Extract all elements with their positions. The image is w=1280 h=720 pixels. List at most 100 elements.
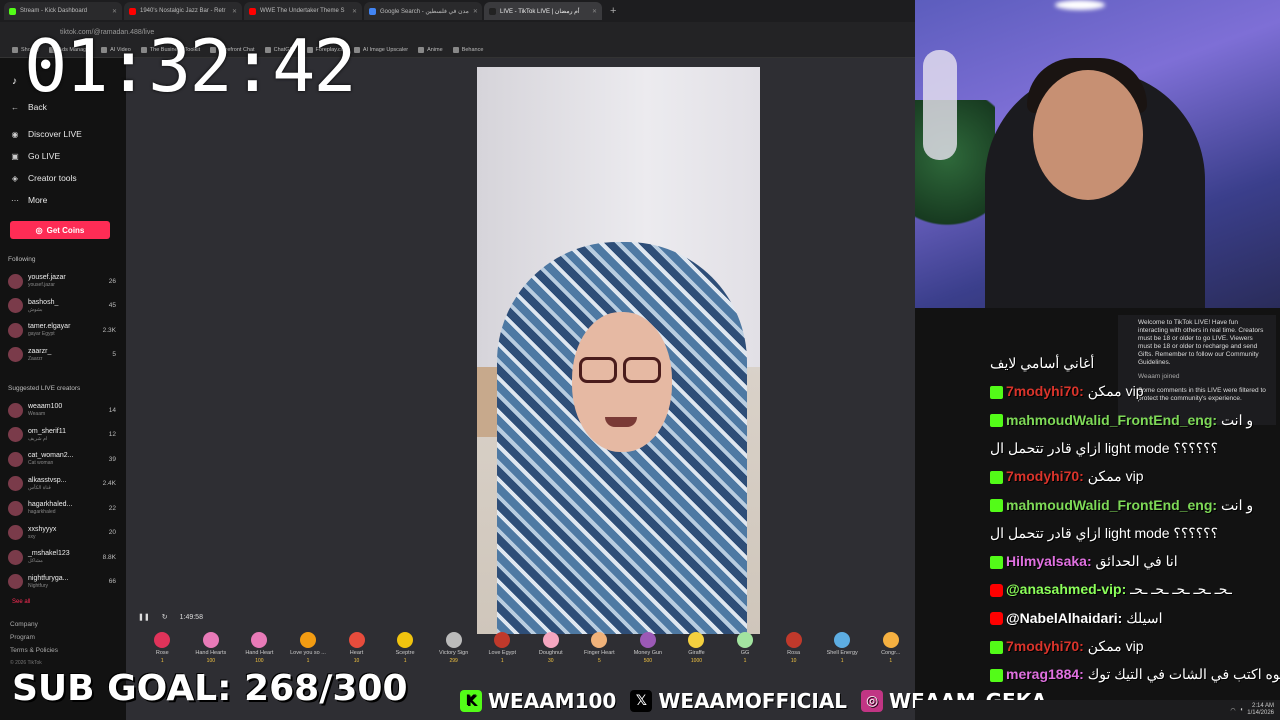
nav-go-live[interactable]: ▣ Go LIVE xyxy=(10,151,60,161)
account-item[interactable]: bashosh_ بشوش 45 xyxy=(8,295,116,317)
nav-creator-tools[interactable]: ◈ Creator tools xyxy=(10,173,77,183)
nav-discover-live[interactable]: ◉ Discover LIVE xyxy=(10,129,82,139)
gift-item[interactable]: Money Gun 500 xyxy=(624,632,673,682)
viewer-count: 45 xyxy=(108,302,116,309)
browser-tab[interactable]: LIVE - TikTok LIVE | أم رمضان ✕ xyxy=(484,2,602,20)
back-arrow-icon: ← xyxy=(11,102,19,112)
bookmark-icon xyxy=(452,46,459,53)
see-all-link[interactable]: See all xyxy=(12,599,30,605)
gift-icon xyxy=(299,632,316,648)
gift-icon xyxy=(688,632,705,648)
tab-favicon-icon xyxy=(369,7,376,15)
avatar xyxy=(8,347,23,362)
close-icon[interactable]: ✕ xyxy=(112,8,117,15)
bookmark-item[interactable]: Anime xyxy=(418,46,443,53)
viewer-count: 2.3K xyxy=(102,326,116,334)
account-item[interactable]: weaam100 Weaam 14 xyxy=(8,399,116,421)
mannequin xyxy=(923,50,957,160)
close-icon[interactable]: ✕ xyxy=(592,8,597,15)
browser-tab[interactable]: Google Search - مدن في فلسطين ✕ xyxy=(364,2,482,20)
avatar xyxy=(8,476,23,491)
gift-item[interactable]: GG 1 xyxy=(721,632,770,682)
gift-item[interactable]: Finger Heart 5 xyxy=(575,632,624,682)
bookmark-item[interactable]: AI Image Upscaler xyxy=(353,46,408,53)
gift-item[interactable]: Rosa 10 xyxy=(769,632,818,682)
chat-username[interactable]: 7modyhi70: xyxy=(1006,638,1084,654)
following-heading: Following xyxy=(8,256,36,263)
viewer-count: 5 xyxy=(112,351,116,358)
account-item[interactable]: yousef.jazar yousef.jazar 26 xyxy=(8,270,116,292)
browser-tab-bar: Stream - Kick Dashboard ✕ 1940's Nostalgic… xyxy=(0,0,915,22)
chat-username[interactable]: mahmoudWalid_FrontEnd_eng: xyxy=(1006,412,1217,428)
gift-item[interactable]: Shell Energy 1 xyxy=(818,632,867,682)
account-item[interactable]: alkasstvsp... قناة الكأس 2.4K xyxy=(8,473,116,495)
suggested-heading: Suggested LIVE creators xyxy=(8,385,81,392)
browser-tab[interactable]: WWE The Undertaker Theme S ✕ xyxy=(244,2,362,20)
tools-icon: ◈ xyxy=(11,173,19,183)
chat-username[interactable]: 7modyhi70: xyxy=(1006,383,1084,399)
account-item[interactable]: zaarzr_ Zaarzr 5 xyxy=(8,344,116,366)
avatar xyxy=(8,574,23,589)
gift-item[interactable]: Love Egypt 1 xyxy=(478,632,527,682)
gift-icon xyxy=(542,632,559,648)
kick-icon xyxy=(990,555,1003,569)
get-coins-button[interactable]: ◎ Get Coins xyxy=(10,221,110,239)
account-item[interactable]: om_sherif11 ام شريف 12 xyxy=(8,424,116,446)
browser-tab[interactable]: Stream - Kick Dashboard ✕ xyxy=(4,2,122,20)
chat-text: ممكن vip xyxy=(1087,468,1144,485)
chat-text: و انت xyxy=(1220,411,1254,428)
close-icon[interactable]: ✕ xyxy=(352,8,357,15)
wifi-icon[interactable]: ◠ xyxy=(1230,707,1235,714)
chat-overlay: أغاني أسامي لايف 7modyhi70: ممكن vip mahmo… xyxy=(990,355,1280,720)
avatar xyxy=(8,427,23,442)
chat-text: ممكن vip xyxy=(1087,638,1144,654)
volume-icon[interactable]: ◖ xyxy=(1240,707,1244,713)
refresh-icon[interactable]: ↻ xyxy=(162,613,168,621)
gift-icon xyxy=(494,632,511,648)
footer-link[interactable]: Terms & Policies xyxy=(10,647,58,654)
tiktok-sidebar: ♪ ← Back ◉ Discover LIVE ▣ Go LIVE ◈ Creator… xyxy=(0,58,126,720)
account-item[interactable]: tamer.elgayar gayar Egypt 2.3K xyxy=(8,319,116,341)
footer-link[interactable]: Company xyxy=(10,621,38,628)
chat-text: ممكن vip xyxy=(1087,383,1144,400)
gift-item[interactable]: Giraffe 1000 xyxy=(672,632,721,682)
chat-text: ازاي قادر تتحمل ال light mode ؟؟؟؟؟؟ xyxy=(990,524,1219,541)
avatar xyxy=(8,549,23,565)
webcam-feed xyxy=(915,0,1280,308)
chat-username[interactable]: mahmoudWalid_FrontEnd_eng: xyxy=(1006,497,1217,513)
sub-goal: SUB GOAL: 268/300 xyxy=(12,668,408,709)
chat-username[interactable]: @anasahmed-vip: xyxy=(1006,581,1126,597)
close-icon[interactable]: ✕ xyxy=(232,8,237,15)
nav-more[interactable]: ⋯ More xyxy=(10,195,47,205)
footer-link[interactable]: Program xyxy=(10,634,35,641)
account-item[interactable]: cat_woman2... Cat woman 39 xyxy=(8,448,116,470)
chat-username[interactable]: Hilmyalsaka: xyxy=(1006,553,1092,569)
viewer-count: 39 xyxy=(108,455,116,463)
chat-message: Hilmyalsaka: انا في الحدائق xyxy=(990,553,1280,570)
chat-username[interactable]: merag1884: xyxy=(1006,666,1084,682)
close-icon[interactable]: ✕ xyxy=(473,8,478,15)
pause-icon[interactable]: ❚❚ xyxy=(138,613,150,621)
new-tab-button[interactable]: + xyxy=(610,5,616,17)
chat-username[interactable]: 7modyhi70: xyxy=(1006,468,1084,484)
stream-timer: 01:32:42 xyxy=(24,24,357,108)
account-item[interactable]: xxshyyyx sxy 20 xyxy=(8,522,116,544)
browser-tab[interactable]: 1940's Nostalgic Jazz Bar - Retr ✕ xyxy=(124,2,242,20)
chat-username[interactable]: @NabelAlhaidari: xyxy=(1006,610,1122,626)
tab-favicon-icon xyxy=(9,7,16,15)
coin-icon: ◎ xyxy=(35,225,43,235)
account-item[interactable]: _mshakel123 مشاكل 8.8K xyxy=(8,546,116,568)
kick-icon xyxy=(990,414,1003,428)
account-item[interactable]: hagarkhaled... hagarkhaled 22 xyxy=(8,497,116,519)
account-item[interactable]: nightfurygа... Nightfury 66 xyxy=(8,571,116,593)
tiktok-logo[interactable]: ♪ xyxy=(12,76,17,87)
gift-item[interactable]: Victory Sign 299 xyxy=(429,632,478,682)
live-video[interactable] xyxy=(477,67,760,634)
gift-item[interactable]: Congr... 1 xyxy=(866,632,915,682)
avatar xyxy=(8,322,23,338)
gift-item[interactable]: Doughnut 30 xyxy=(527,632,576,682)
gift-icon xyxy=(737,632,754,648)
bookmark-item[interactable]: Behance xyxy=(452,46,483,53)
gift-icon xyxy=(202,632,219,648)
viewer-count: 66 xyxy=(108,578,116,585)
